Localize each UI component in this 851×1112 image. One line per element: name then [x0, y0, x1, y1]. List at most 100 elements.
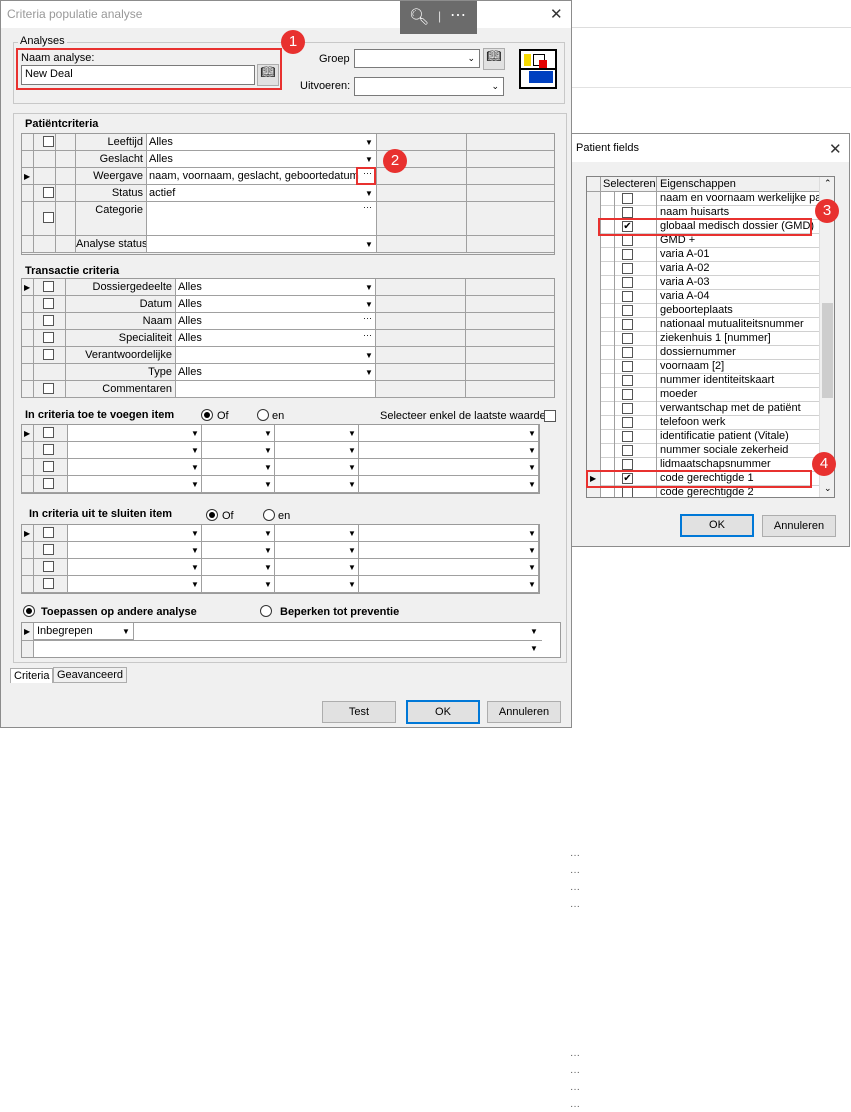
field-checkbox[interactable] — [622, 291, 633, 302]
row-checkbox[interactable] — [43, 298, 54, 309]
field-checkbox[interactable] — [622, 431, 633, 442]
ellipsis-icon[interactable]: ··· — [570, 850, 580, 861]
close-icon[interactable]: ✕ — [829, 140, 842, 158]
field-checkbox[interactable] — [622, 235, 633, 246]
criteria-value[interactable] — [147, 236, 377, 252]
dropdown-icon[interactable]: ▼ — [365, 283, 373, 292]
item-select[interactable] — [68, 476, 202, 492]
field-checkbox[interactable] — [622, 389, 633, 400]
scroll-down-icon[interactable]: ⌄ — [824, 483, 832, 494]
groep-select[interactable]: ⌄ — [354, 49, 480, 68]
item-select[interactable] — [275, 425, 359, 441]
item-select[interactable] — [275, 559, 359, 575]
ellipsis-icon[interactable]: ··· — [570, 867, 580, 878]
zoom-in-icon[interactable]: 🔍︎ — [409, 7, 429, 27]
row-checkbox[interactable] — [43, 444, 54, 455]
fields-ok-button[interactable]: OK — [680, 514, 754, 537]
field-checkbox[interactable] — [622, 347, 633, 358]
list-item[interactable]: geboorteplaats — [587, 304, 819, 318]
list-item[interactable]: nummer identiteitskaart — [587, 374, 819, 388]
item-select[interactable] — [275, 576, 359, 592]
prevention-radio[interactable] — [260, 605, 272, 617]
item-select[interactable] — [275, 542, 359, 558]
item-select[interactable] — [359, 442, 539, 458]
list-item[interactable]: nummer sociale zekerheid — [587, 444, 819, 458]
apply-other-radio[interactable] — [23, 605, 35, 617]
ellipsis-icon[interactable]: ··· — [570, 884, 580, 895]
item-select[interactable] — [68, 442, 202, 458]
dropdown-icon[interactable]: ▼ — [365, 138, 373, 147]
criteria-value[interactable] — [147, 202, 377, 235]
field-checkbox[interactable] — [622, 417, 633, 428]
criteria-value[interactable]: Alles — [176, 313, 376, 329]
last-value-checkbox[interactable] — [544, 410, 556, 422]
item-select[interactable] — [68, 525, 202, 541]
ellipsis-icon[interactable]: ··· — [570, 1084, 580, 1095]
field-checkbox[interactable] — [622, 319, 633, 330]
dropdown-icon[interactable]: ▼ — [365, 300, 373, 309]
field-checkbox[interactable] — [622, 487, 633, 497]
item-select[interactable] — [359, 542, 539, 558]
row-checkbox[interactable] — [43, 527, 54, 538]
inbegrepen-select[interactable]: Inbegrepen — [34, 623, 134, 640]
ellipsis-icon[interactable]: ··· — [363, 202, 372, 212]
criteria-value[interactable]: Alles — [176, 279, 376, 295]
item-select[interactable] — [275, 442, 359, 458]
row-checkbox[interactable] — [43, 349, 54, 360]
list-item[interactable]: varia A-04 — [587, 290, 819, 304]
row-checkbox[interactable] — [43, 544, 54, 555]
test-button[interactable]: Test — [322, 701, 396, 723]
fields-cancel-button[interactable]: Annuleren — [762, 515, 836, 537]
criteria-value[interactable] — [176, 381, 376, 397]
row-checkbox[interactable] — [43, 281, 54, 292]
list-item[interactable]: varia A-01 — [587, 248, 819, 262]
list-item[interactable]: identificatie patient (Vitale) — [587, 430, 819, 444]
field-checkbox[interactable] — [622, 263, 633, 274]
ellipsis-icon[interactable]: ··· — [570, 901, 580, 912]
list-item[interactable]: naam en voornaam werkelijke pa — [587, 192, 821, 206]
row-checkbox[interactable] — [43, 383, 54, 394]
criteria-value[interactable]: Alles — [176, 330, 376, 346]
list-item[interactable]: voornaam [2] — [587, 360, 819, 374]
field-checkbox[interactable] — [622, 445, 633, 456]
dropdown-icon[interactable]: ▼ — [365, 351, 373, 360]
field-checkbox[interactable] — [622, 403, 633, 414]
exclude-en-radio[interactable] — [263, 509, 275, 521]
list-item[interactable]: ziekenhuis 1 [nummer] — [587, 332, 819, 346]
list-item[interactable]: verwantschap met de patiënt — [587, 402, 819, 416]
criteria-value[interactable]: Alles — [147, 134, 377, 150]
exclude-of-radio[interactable] — [206, 509, 218, 521]
item-select[interactable] — [359, 576, 539, 592]
item-select[interactable] — [359, 525, 539, 541]
item-select[interactable] — [359, 459, 539, 475]
item-select[interactable] — [68, 576, 202, 592]
groep-book-button[interactable]: 📖︎ — [483, 48, 505, 70]
row-checkbox[interactable] — [43, 461, 54, 472]
include-en-radio[interactable] — [257, 409, 269, 421]
field-checkbox[interactable] — [622, 305, 633, 316]
row-checkbox[interactable] — [43, 315, 54, 326]
item-select[interactable] — [68, 559, 202, 575]
field-checkbox[interactable] — [622, 459, 633, 470]
list-item[interactable]: nationaal mutualiteitsnummer — [587, 318, 819, 332]
more-icon[interactable]: ⋯ — [450, 5, 466, 25]
cancel-button[interactable]: Annuleren — [487, 701, 561, 723]
field-checkbox[interactable] — [622, 207, 633, 218]
dropdown-icon[interactable]: ▼ — [365, 240, 373, 249]
include-of-radio[interactable] — [201, 409, 213, 421]
mondrian-icon[interactable] — [519, 49, 557, 89]
field-checkbox[interactable] — [622, 333, 633, 344]
ellipsis-icon[interactable]: ··· — [363, 330, 372, 340]
ellipsis-icon[interactable]: ··· — [570, 1101, 580, 1112]
criteria-value[interactable]: Alles — [147, 151, 377, 167]
criteria-value[interactable]: naam, voornaam, geslacht, geboortedatum — [147, 168, 377, 184]
item-select[interactable] — [68, 425, 202, 441]
close-icon[interactable]: ✕ — [550, 5, 563, 23]
scroll-thumb[interactable] — [822, 303, 833, 398]
item-select[interactable] — [275, 476, 359, 492]
row-checkbox[interactable] — [43, 136, 54, 147]
row-checkbox[interactable] — [43, 187, 54, 198]
item-select[interactable] — [359, 425, 539, 441]
field-checkbox[interactable] — [622, 375, 633, 386]
ellipsis-icon[interactable]: ··· — [570, 1050, 580, 1061]
